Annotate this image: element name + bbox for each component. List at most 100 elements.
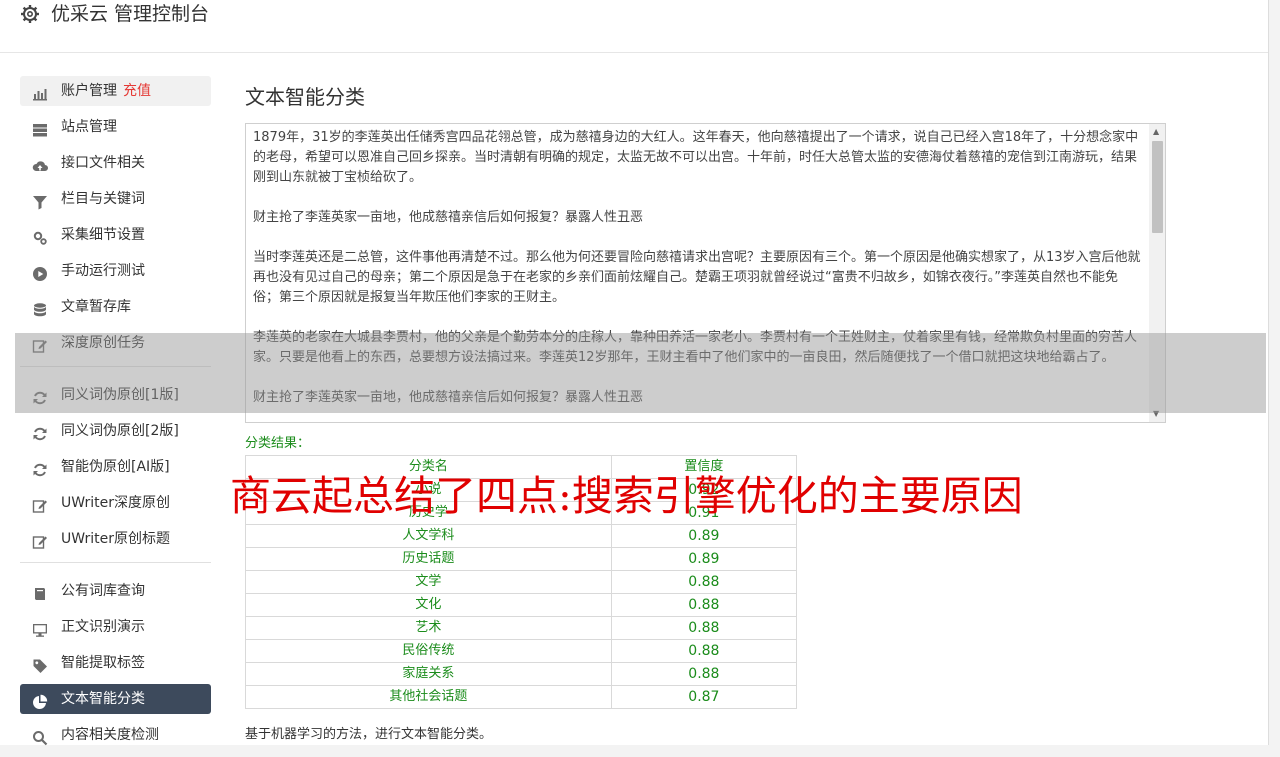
sidebar-item-label: 文章暂存库 <box>61 292 131 322</box>
sidebar-divider <box>20 562 211 563</box>
sidebar-item-text: 账户管理 <box>61 83 117 99</box>
edit-icon <box>32 495 48 513</box>
recharge-link[interactable]: 充值 <box>123 83 151 99</box>
monitor-icon <box>32 619 48 637</box>
sidebar-item-text: 采集细节设置 <box>61 227 145 243</box>
top-bar: 优采云 管理控制台 <box>0 0 1268 53</box>
sidebar-item[interactable]: 同义词伪原创[2版] <box>20 416 211 446</box>
confidence-cell: 0.88 <box>610 570 798 594</box>
sidebar-item[interactable]: 站点管理 <box>20 112 211 142</box>
category-cell: 民俗传统 <box>245 639 612 663</box>
sidebar-item[interactable]: 文章暂存库 <box>20 292 211 322</box>
scroll-up-arrow-icon[interactable]: ▲ <box>1153 128 1159 136</box>
confidence-cell: 0.88 <box>610 662 798 686</box>
confidence-cell: 0.87 <box>610 685 798 709</box>
sidebar-item-text: 内容相关度检测 <box>61 727 159 743</box>
sidebar-item[interactable]: 手动运行测试 <box>20 256 211 286</box>
bar-chart-icon <box>32 83 48 101</box>
sidebar-item-text: 文章暂存库 <box>61 299 131 315</box>
sidebar-item-label: 账户管理 充值 <box>61 76 151 106</box>
sidebar-item-label: 站点管理 <box>61 112 117 142</box>
refresh-icon <box>32 423 48 441</box>
category-cell: 艺术 <box>245 616 612 640</box>
database-icon <box>32 299 48 317</box>
sidebar-item[interactable]: UWriter深度原创 <box>20 488 211 518</box>
sidebar-item[interactable]: 内容相关度检测 <box>20 720 211 750</box>
sidebar-item-text: 公有词库查询 <box>61 583 145 599</box>
console-title: 优采云 管理控制台 <box>51 3 210 25</box>
category-cell: 人文学科 <box>245 524 612 548</box>
search-icon <box>32 727 48 746</box>
sidebar-item-text: 智能提取标签 <box>61 655 145 671</box>
watermark-text: 商云起总结了四点:搜索引擎优化的主要原因 <box>230 472 1023 520</box>
sidebar-item-text: 智能伪原创[AI版] <box>61 459 170 475</box>
sidebar-item-text: 栏目与关键词 <box>61 191 145 207</box>
sidebar-item[interactable]: 账户管理 充值 <box>20 76 211 106</box>
sidebar-item-label: 智能伪原创[AI版] <box>61 452 170 482</box>
cloud-upload-icon <box>32 155 48 171</box>
sidebar-item-label: UWriter原创标题 <box>61 524 170 554</box>
description-note: 基于机器学习的方法，进行文本智能分类。 <box>245 727 493 742</box>
confidence-cell: 0.88 <box>610 593 798 617</box>
sidebar-item-text: UWriter原创标题 <box>61 531 170 547</box>
confidence-cell: 0.89 <box>610 524 798 548</box>
sidebar-item-label: 同义词伪原创[2版] <box>61 416 179 446</box>
sidebar-item-label: 内容相关度检测 <box>61 720 159 750</box>
sidebar-item-text: 手动运行测试 <box>61 263 145 279</box>
refresh-icon <box>32 459 48 477</box>
category-cell: 文化 <box>245 593 612 617</box>
table-row: 文学 0.88 <box>245 570 798 594</box>
sidebar-item-label: 智能提取标签 <box>61 648 145 678</box>
text-paragraph: 当时李莲英还是二总管，这件事他再清楚不过。那么他为何还要冒险向慈禧请求出宫呢？主… <box>253 250 1141 305</box>
category-cell: 其他社会话题 <box>245 685 612 709</box>
table-row: 历史话题 0.89 <box>245 547 798 571</box>
category-cell: 家庭关系 <box>245 662 612 686</box>
sidebar-item-label: 文本智能分类 <box>61 684 145 714</box>
sidebar-item-text: 文本智能分类 <box>61 691 145 707</box>
sidebar-item[interactable]: 栏目与关键词 <box>20 184 211 214</box>
confidence-cell: 0.89 <box>610 547 798 571</box>
sidebar-item-label: 正文识别演示 <box>61 612 145 642</box>
scroll-thumb[interactable] <box>1152 141 1163 233</box>
table-row: 其他社会话题 0.87 <box>245 685 798 709</box>
book-icon <box>32 583 48 600</box>
gear-icon[interactable] <box>20 4 40 24</box>
sidebar-item[interactable]: 文本智能分类 <box>20 684 211 714</box>
sidebar-item[interactable]: 接口文件相关 <box>20 148 211 178</box>
edit-icon <box>32 531 48 549</box>
sidebar-item-label: 采集细节设置 <box>61 220 145 250</box>
table-row: 人文学科 0.89 <box>245 524 798 548</box>
sidebar-item[interactable]: 公有词库查询 <box>20 576 211 606</box>
sidebar-item-text: 接口文件相关 <box>61 155 145 171</box>
sidebar-item-text: 站点管理 <box>61 119 117 135</box>
page-title: 文本智能分类 <box>245 85 365 109</box>
sidebar-item-label: 公有词库查询 <box>61 576 145 606</box>
pie-chart-icon <box>32 691 48 709</box>
sidebar-item[interactable]: 采集细节设置 <box>20 220 211 250</box>
play-circle-icon <box>32 263 48 281</box>
sidebar-item[interactable]: UWriter原创标题 <box>20 524 211 554</box>
sidebar-item-text: UWriter深度原创 <box>61 495 170 511</box>
sidebar-item-label: 栏目与关键词 <box>61 184 145 214</box>
text-paragraph: 财主抢了李莲英家一亩地，他成慈禧亲信后如何报复？暴露人性丑恶 <box>253 210 644 225</box>
confidence-cell: 0.88 <box>610 639 798 663</box>
gray-overlay-band <box>15 333 1266 413</box>
table-row: 文化 0.88 <box>245 593 798 617</box>
sidebar-item-text: 同义词伪原创[2版] <box>61 423 179 439</box>
sidebar-nav: 账户管理 充值 站点管理 接口文件相关 栏目与关键词 采集细节设置 手动运行测试 文章暂存库深… <box>20 76 211 756</box>
server-icon <box>32 119 48 137</box>
sidebar-item-label: 接口文件相关 <box>61 148 145 178</box>
sidebar-item-text: 正文识别演示 <box>61 619 145 635</box>
filter-icon <box>32 191 48 210</box>
sidebar-item-label: UWriter深度原创 <box>61 488 170 518</box>
tag-icon <box>32 655 48 673</box>
sidebar-item[interactable]: 智能伪原创[AI版] <box>20 452 211 482</box>
table-row: 艺术 0.88 <box>245 616 798 640</box>
cogs-icon <box>32 227 48 245</box>
sidebar-item-label: 手动运行测试 <box>61 256 145 286</box>
category-cell: 历史话题 <box>245 547 612 571</box>
sidebar-item[interactable]: 智能提取标签 <box>20 648 211 678</box>
sidebar-item[interactable]: 正文识别演示 <box>20 612 211 642</box>
result-label: 分类结果： <box>245 436 311 451</box>
table-row: 家庭关系 0.88 <box>245 662 798 686</box>
